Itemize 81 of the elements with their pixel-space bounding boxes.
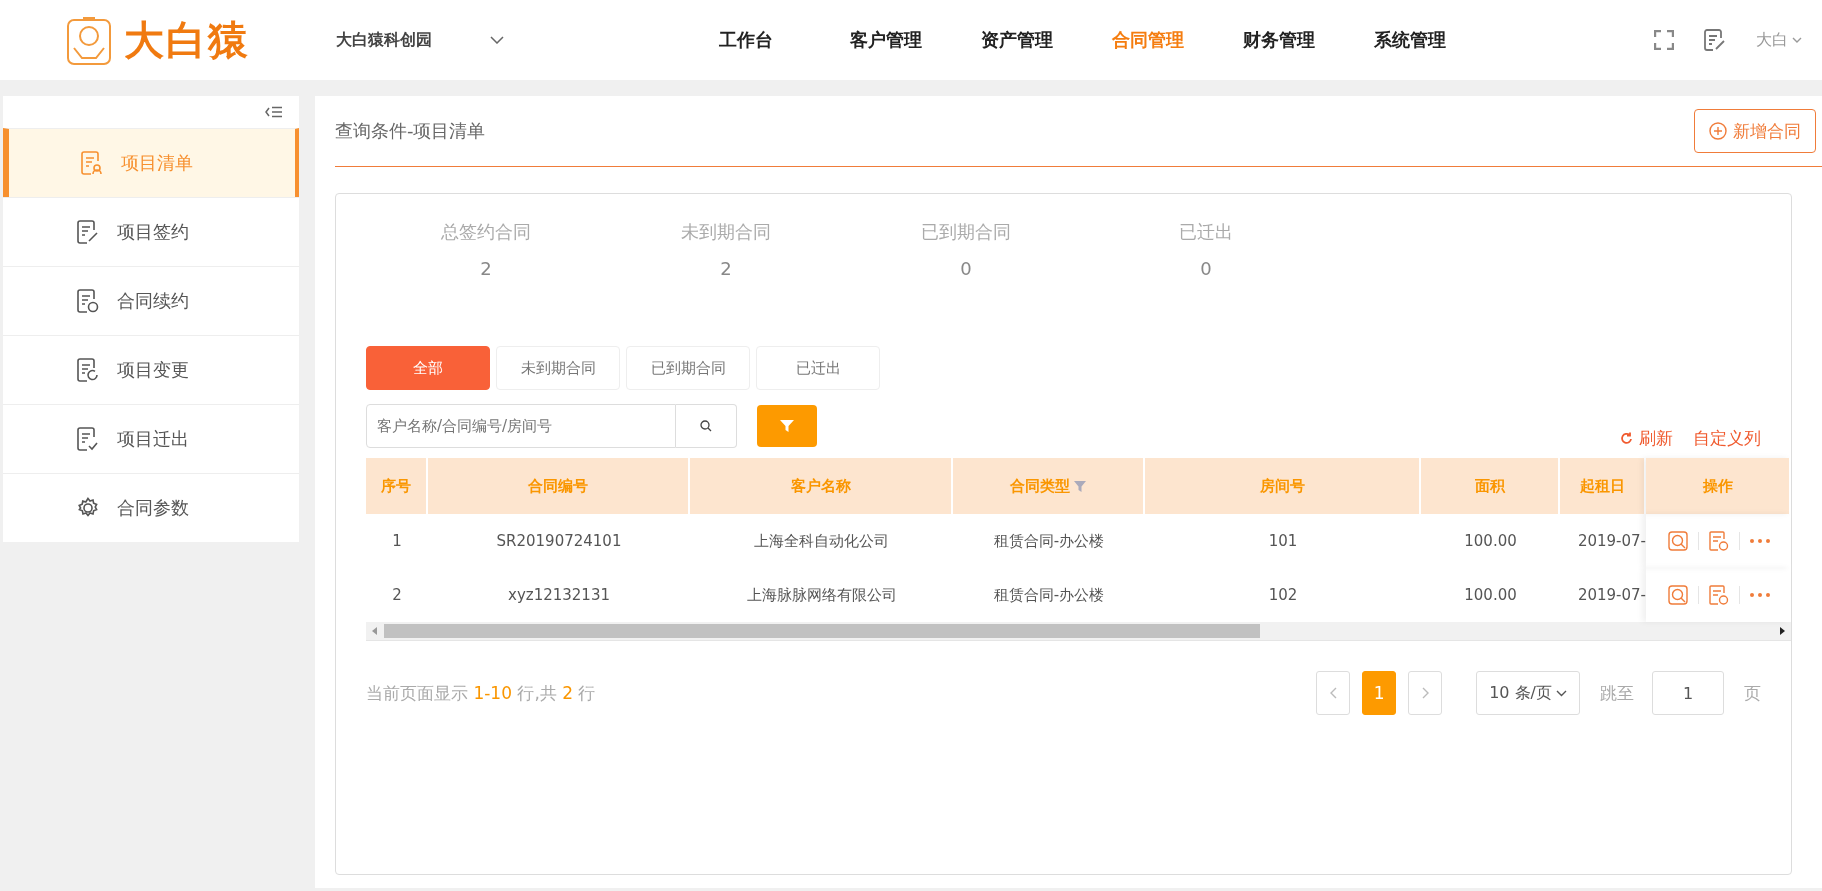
table-cell-text: 2 <box>391 585 403 606</box>
jump-label: 跳至 <box>1600 681 1634 705</box>
stat-label: 已迁出 <box>1179 220 1233 244</box>
logo-text: 大白猿 <box>124 15 250 65</box>
more-icon[interactable] <box>1749 593 1770 597</box>
contract-renew-icon[interactable] <box>1708 585 1729 605</box>
stat-label: 未到期合同 <box>681 220 771 244</box>
view-icon[interactable] <box>1667 531 1688 551</box>
nav-tab[interactable]: 客户管理 <box>850 28 981 52</box>
scroll-right-icon[interactable] <box>1779 627 1785 635</box>
table-cell-text: 1 <box>391 531 403 552</box>
sidebar-item[interactable]: 合同参数 <box>3 473 299 542</box>
document-icon <box>81 151 103 175</box>
table-cell-text: 100.00 <box>1463 585 1518 606</box>
project-dropdown[interactable]: 大白猿科创园 <box>336 29 504 51</box>
table-cell-text: SR20190724101 <box>495 531 623 552</box>
filter-tab[interactable]: 未到期合同 <box>496 346 620 390</box>
stat-label: 总签约合同 <box>441 220 531 244</box>
document-icon <box>77 289 99 313</box>
column-header: 面积 <box>1421 458 1560 514</box>
search-icon[interactable] <box>700 420 712 432</box>
stat-value: 0 <box>1200 258 1212 279</box>
page-suffix: 页 <box>1744 681 1761 705</box>
table-cell-text: 102 <box>1267 585 1299 606</box>
stat-value: 0 <box>960 258 972 279</box>
nav-tab[interactable]: 工作台 <box>719 28 850 52</box>
collapse-menu-icon[interactable] <box>265 106 283 118</box>
chevron-down-icon <box>490 36 504 44</box>
column-header: 合同编号 <box>428 458 690 514</box>
page-jump-field[interactable]: 1 <box>1652 671 1724 715</box>
column-header: 客户名称 <box>690 458 953 514</box>
chevron-left-icon <box>1329 687 1337 699</box>
funnel-icon[interactable] <box>1074 480 1086 492</box>
sidebar-item[interactable]: 项目签约 <box>3 197 299 266</box>
funnel-icon <box>780 420 794 432</box>
nav-tab[interactable]: 资产管理 <box>981 28 1112 52</box>
table-cell-text: 上海脉脉网络有限公司 <box>745 584 898 606</box>
table-cell-text: 101 <box>1267 531 1299 552</box>
table-cell-text: 100.00 <box>1463 531 1518 552</box>
horizontal-scrollbar[interactable] <box>366 622 1791 640</box>
document-icon <box>77 358 99 382</box>
pagination-summary: 当前页面显示 1-10 行,共 2 行 <box>366 681 596 705</box>
refresh-icon <box>1620 432 1633 445</box>
sidebar-item[interactable]: 合同续约 <box>3 266 299 335</box>
fullscreen-icon[interactable] <box>1654 30 1674 50</box>
filter-button[interactable] <box>757 405 817 447</box>
edit-note-icon[interactable] <box>1704 29 1726 51</box>
column-header: 序号 <box>366 458 428 514</box>
stat-value: 2 <box>720 258 732 279</box>
chevron-down-icon <box>1792 37 1802 43</box>
chevron-down-icon <box>1556 689 1567 697</box>
page-size-select[interactable]: 10 条/页 <box>1476 671 1580 715</box>
scroll-left-icon[interactable] <box>372 627 378 635</box>
table-cell-text: 2019-07- <box>1576 585 1646 606</box>
sidebar-item[interactable]: 项目变更 <box>3 335 299 404</box>
column-header: 合同类型 <box>953 458 1145 514</box>
nav-tab[interactable]: 系统管理 <box>1374 28 1505 52</box>
filter-tab[interactable]: 已迁出 <box>756 346 880 390</box>
chevron-right-icon <box>1421 687 1429 699</box>
more-icon[interactable] <box>1749 539 1770 543</box>
document-icon <box>77 220 99 244</box>
column-header: 房间号 <box>1145 458 1421 514</box>
sidebar-item[interactable]: 项目迁出 <box>3 404 299 473</box>
table-cell-text: 上海全科自动化公司 <box>753 530 890 552</box>
nav-tab[interactable]: 财务管理 <box>1243 28 1374 52</box>
stat-value: 2 <box>480 258 492 279</box>
table-cell-text: 2019-07- <box>1576 531 1646 552</box>
table-cell-text: xyz12132131 <box>507 585 611 606</box>
column-header: 操作 <box>1646 458 1791 514</box>
document-icon <box>77 427 99 451</box>
view-icon[interactable] <box>1667 585 1688 605</box>
plus-circle-icon <box>1709 122 1727 140</box>
search-field[interactable]: 客户名称/合同编号/房间号 <box>366 404 676 448</box>
gear-icon <box>77 497 99 519</box>
table-cell-text: 租赁合同-办公楼 <box>992 584 1106 606</box>
stat-label: 已到期合同 <box>921 220 1011 244</box>
table-cell-text: 租赁合同-办公楼 <box>992 530 1106 552</box>
panel-title: 查询条件-项目清单 <box>335 119 486 143</box>
filter-tab[interactable]: 已到期合同 <box>626 346 750 390</box>
contract-renew-icon[interactable] <box>1708 531 1729 551</box>
column-header: 起租日 <box>1560 458 1646 514</box>
